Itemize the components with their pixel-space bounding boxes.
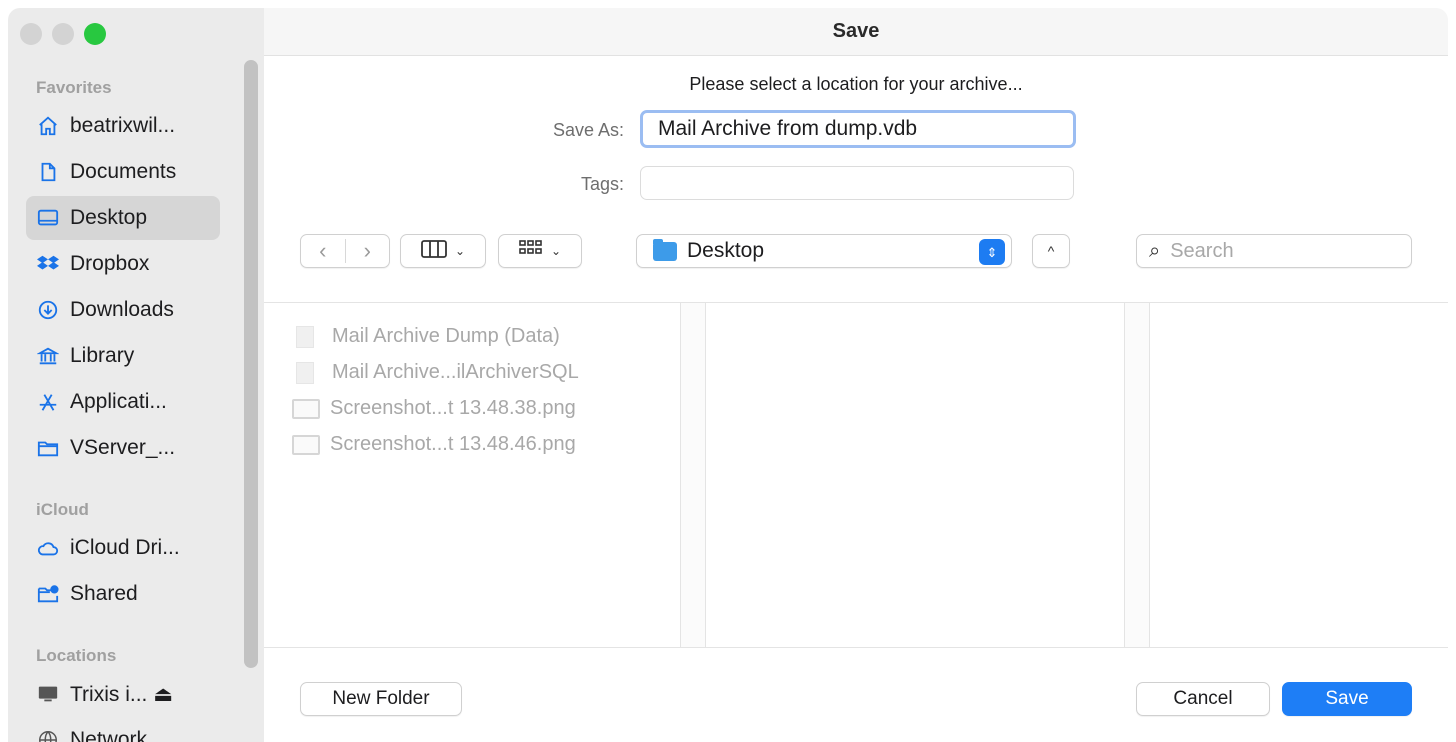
location-label: Desktop xyxy=(687,239,765,262)
minimize-window-button[interactable] xyxy=(52,23,74,45)
computer-icon xyxy=(36,682,60,706)
file-item[interactable]: Screenshot...t 13.48.38.png xyxy=(292,397,576,420)
image-file-icon xyxy=(292,434,320,455)
network-icon xyxy=(36,728,60,742)
document-icon xyxy=(296,325,314,348)
dialog-prompt: Please select a location for your archiv… xyxy=(689,74,1023,94)
tags-label: Tags: xyxy=(580,174,624,194)
document-icon xyxy=(296,361,314,384)
save-button[interactable]: Save xyxy=(1282,682,1412,716)
document-icon xyxy=(36,160,60,184)
column-divider[interactable] xyxy=(680,303,706,647)
sidebar-item-label: beatrixwil... xyxy=(70,114,176,137)
sidebar-item-label: Network xyxy=(70,728,148,742)
grid-view-icon xyxy=(519,239,543,263)
sidebar-item-label: Downloads xyxy=(70,298,174,321)
file-name: Screenshot...t 13.48.46.png xyxy=(330,433,576,455)
folder-icon xyxy=(36,436,60,460)
chevron-down-icon: ⌄ xyxy=(454,244,466,258)
search-placeholder: Search xyxy=(1170,239,1234,262)
title-bar: Save xyxy=(264,8,1448,56)
sidebar-item-dropbox[interactable]: Dropbox xyxy=(26,242,220,286)
sidebar-item-label: Dropbox xyxy=(70,252,150,275)
columns-view-icon xyxy=(421,239,447,263)
file-browser: Mail Archive Dump (Data) Mail Archive...… xyxy=(264,302,1448,648)
save-as-field[interactable]: Mail Archive from dump.vdb xyxy=(640,110,1076,148)
sidebar-item-label: Trixis i... ⏏ xyxy=(70,682,174,706)
traffic-lights xyxy=(20,23,106,45)
applications-icon xyxy=(36,390,60,414)
dropbox-icon xyxy=(36,252,60,276)
sidebar-item-home[interactable]: beatrixwil... xyxy=(26,104,220,148)
sidebar-item-label: Documents xyxy=(70,160,177,183)
save-dialog-window: Favorites beatrixwil... Documents Deskto… xyxy=(8,8,1448,742)
sidebar: Favorites beatrixwil... Documents Deskto… xyxy=(8,8,264,742)
sidebar-item-icloud-drive[interactable]: iCloud Dri... xyxy=(26,526,220,570)
sidebar-item-label: VServer_... xyxy=(70,436,176,459)
expand-collapse-button[interactable]: ^ xyxy=(1032,234,1070,268)
sidebar-heading-favorites: Favorites xyxy=(36,78,112,97)
location-popup[interactable]: Desktop ⇕ xyxy=(636,234,1012,268)
sidebar-item-network[interactable]: Network xyxy=(26,718,220,742)
chevron-down-icon: ⌄ xyxy=(550,244,562,258)
cloud-icon xyxy=(36,536,60,560)
updown-arrows-icon: ⇕ xyxy=(979,239,1005,265)
sidebar-item-label: Library xyxy=(70,344,135,367)
sidebar-heading-icloud: iCloud xyxy=(36,500,89,519)
sidebar-item-shared[interactable]: Shared xyxy=(26,572,220,616)
file-item[interactable]: Mail Archive...ilArchiverSQL xyxy=(296,361,579,384)
library-icon xyxy=(36,344,60,368)
forward-button[interactable]: › xyxy=(346,238,390,264)
file-name: Mail Archive...ilArchiverSQL xyxy=(332,361,579,383)
window-title: Save xyxy=(832,20,880,42)
new-folder-button[interactable]: New Folder xyxy=(300,682,462,716)
file-name: Screenshot...t 13.48.38.png xyxy=(330,397,576,419)
back-forward-control: ‹ › xyxy=(300,234,390,268)
desktop-folder-icon xyxy=(653,238,677,261)
column-view-button[interactable]: ⌄ xyxy=(400,234,486,268)
sidebar-item-applications[interactable]: Applicati... xyxy=(26,380,220,424)
sidebar-scrollbar[interactable] xyxy=(244,60,258,668)
sidebar-item-desktop[interactable]: Desktop xyxy=(26,196,220,240)
group-view-button[interactable]: ⌄ xyxy=(498,234,582,268)
download-icon xyxy=(36,298,60,322)
sidebar-item-label: Desktop xyxy=(70,206,148,229)
file-item[interactable]: Screenshot...t 13.48.46.png xyxy=(292,433,576,456)
sidebar-item-vserver[interactable]: VServer_... xyxy=(26,426,220,470)
file-item[interactable]: Mail Archive Dump (Data) xyxy=(296,325,560,348)
sidebar-item-label: Applicati... xyxy=(70,390,167,413)
chevron-up-icon: ^ xyxy=(1047,243,1055,259)
sidebar-item-downloads[interactable]: Downloads xyxy=(26,288,220,332)
sidebar-item-label: iCloud Dri... xyxy=(70,536,180,559)
sidebar-item-label: Shared xyxy=(70,582,138,605)
save-as-label: Save As: xyxy=(552,120,624,140)
back-button[interactable]: ‹ xyxy=(301,238,345,264)
column-divider[interactable] xyxy=(1124,303,1150,647)
search-field[interactable]: ⌕ Search xyxy=(1136,234,1412,268)
file-name: Mail Archive Dump (Data) xyxy=(332,325,560,347)
zoom-window-button[interactable] xyxy=(84,23,106,45)
search-icon: ⌕ xyxy=(1149,239,1161,262)
sidebar-item-trixis[interactable]: Trixis i... ⏏ xyxy=(26,672,220,716)
shared-folder-icon xyxy=(36,582,60,606)
sidebar-item-library[interactable]: Library xyxy=(26,334,220,378)
cancel-button[interactable]: Cancel xyxy=(1136,682,1270,716)
sidebar-item-documents[interactable]: Documents xyxy=(26,150,220,194)
home-icon xyxy=(36,114,60,138)
image-file-icon xyxy=(292,398,320,419)
close-window-button[interactable] xyxy=(20,23,42,45)
desktop-icon xyxy=(36,206,60,230)
sidebar-heading-locations: Locations xyxy=(36,646,117,665)
tags-field[interactable] xyxy=(640,166,1074,200)
